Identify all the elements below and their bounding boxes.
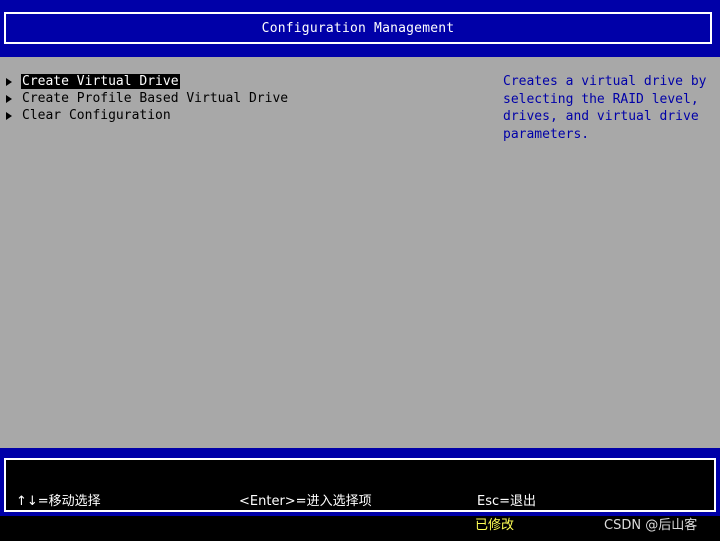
menu-item-create-virtual-drive[interactable]: Create Virtual Drive — [6, 73, 289, 90]
hint-escape-exit: Esc=退出 — [477, 494, 537, 509]
help-description: Creates a virtual drive by selecting the… — [503, 73, 707, 143]
status-modified: 已修改 — [475, 518, 515, 533]
header-band: Configuration Management — [0, 0, 720, 57]
menu-item-clear-configuration[interactable]: Clear Configuration — [6, 107, 289, 124]
menu-item-label: Clear Configuration — [22, 108, 171, 123]
main-panel: Create Virtual Drive Create Profile Base… — [0, 57, 720, 448]
hint-enter-selection: <Enter>=进入选择项 — [239, 494, 372, 509]
help-line: Creates a virtual drive by — [503, 74, 707, 89]
right-triangle-icon — [6, 94, 12, 103]
footer-band: ↑↓=移动选择 <Enter>=进入选择项 Esc=退出 — [0, 448, 720, 516]
menu-item-label: Create Virtual Drive — [21, 74, 180, 89]
right-triangle-icon — [6, 77, 12, 86]
key-hint-bar: ↑↓=移动选择 <Enter>=进入选择项 Esc=退出 — [4, 458, 716, 512]
menu-item-label: Create Profile Based Virtual Drive — [22, 91, 289, 106]
help-line: drives, and virtual drive — [503, 109, 699, 124]
page-title: Configuration Management — [261, 20, 455, 36]
hint-move-selection: ↑↓=移动选择 — [16, 494, 101, 509]
watermark: CSDN @后山客 — [604, 518, 698, 533]
right-triangle-icon — [6, 111, 12, 120]
help-line: parameters. — [503, 126, 590, 142]
title-frame: Configuration Management — [4, 12, 712, 44]
menu-item-create-profile-based-virtual-drive[interactable]: Create Profile Based Virtual Drive — [6, 90, 289, 107]
menu-list: Create Virtual Drive Create Profile Base… — [6, 73, 289, 124]
help-line: selecting the RAID level, — [503, 91, 699, 107]
